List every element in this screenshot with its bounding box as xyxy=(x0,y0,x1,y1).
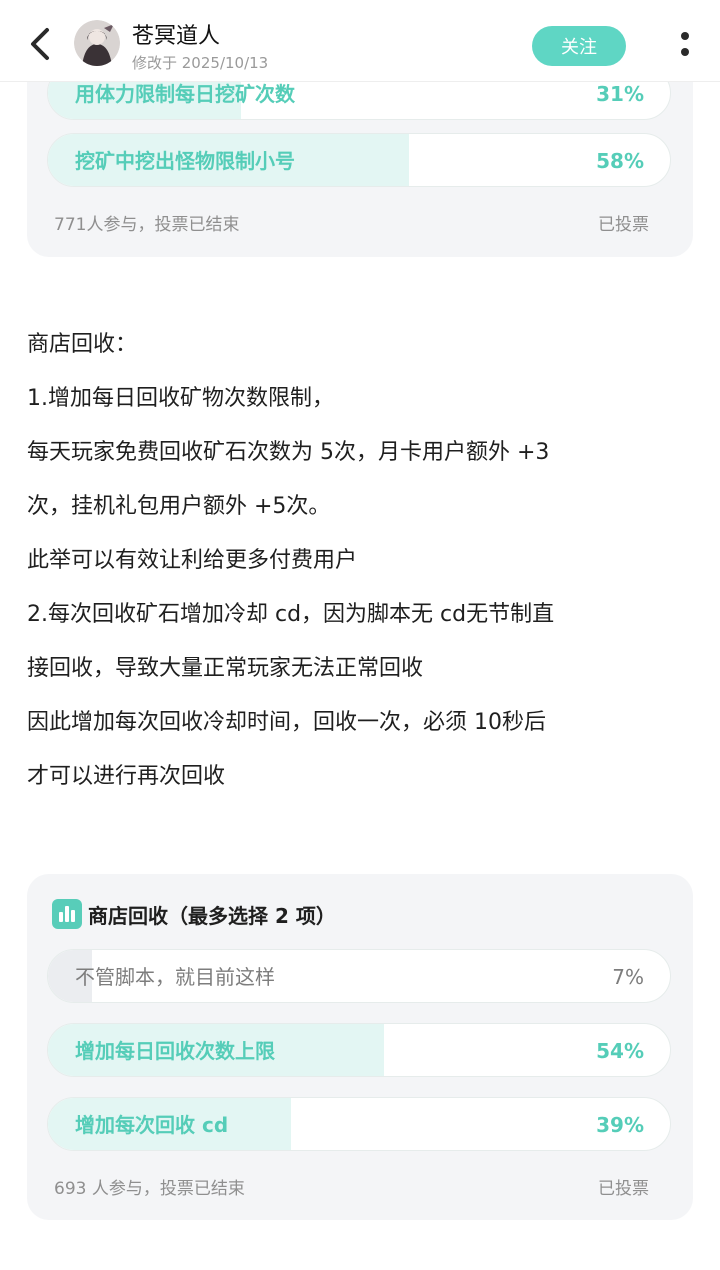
post-line: 次，挂机礼包用户额外 +5次。 xyxy=(27,494,331,519)
author-name[interactable]: 苍冥道人 xyxy=(132,18,220,50)
poll-vote-status: 已投票 xyxy=(598,215,649,235)
modified-date: 修改于 2025/10/13 xyxy=(132,54,269,72)
poll-participants: 771人参与，投票已结束 xyxy=(54,215,240,235)
more-vertical-icon[interactable] xyxy=(676,28,694,62)
post-line: 接回收，导致大量正常玩家无法正常回收 xyxy=(27,656,424,681)
avatar[interactable] xyxy=(74,20,120,66)
follow-button[interactable]: 关注 xyxy=(532,26,626,66)
poll-option-label: 不管脚本，就目前这样 xyxy=(75,965,275,989)
post-line: 每天玩家免费回收矿石次数为 5次，月卡用户额外 +3 xyxy=(27,440,550,465)
post-line: 因此增加每次回收冷却时间，回收一次，必须 10秒后 xyxy=(27,710,546,735)
poll-option-label: 挖矿中挖出怪物限制小号 xyxy=(75,149,295,173)
poll-option-monster-limit[interactable]: 挖矿中挖出怪物限制小号 58% xyxy=(47,133,671,187)
post-content: 商店回收： 1.增加每日回收矿物次数限制， 每天玩家免费回收矿石次数为 5次，月… xyxy=(27,318,693,804)
post-line: 此举可以有效让利给更多付费用户 xyxy=(27,548,358,573)
poll-option-keep-as-is[interactable]: 不管脚本，就目前这样 7% xyxy=(47,949,671,1003)
poll-option-daily-limit[interactable]: 增加每日回收次数上限 54% xyxy=(47,1023,671,1077)
poll-option-label: 增加每次回收 cd xyxy=(75,1113,229,1137)
poll-footer: 693 人参与，投票已结束 已投票 xyxy=(54,1174,649,1199)
poll-participants: 693 人参与，投票已结束 xyxy=(54,1179,245,1199)
post-line: 2.每次回收矿石增加冷却 cd，因为脚本无 cd无节制直 xyxy=(27,602,555,627)
poll-option-percent: 7% xyxy=(612,965,644,989)
post-line: 1.增加每日回收矿物次数限制， xyxy=(27,386,334,411)
poll-option-recycle-cd[interactable]: 增加每次回收 cd 39% xyxy=(47,1097,671,1151)
poll-vote-status: 已投票 xyxy=(598,1179,649,1199)
post-line: 商店回收： xyxy=(27,332,138,357)
poll-title: 商店回收（最多选择 2 项） xyxy=(52,899,336,929)
poll-card-shop-recycle: 商店回收（最多选择 2 项） 不管脚本，就目前这样 7% 增加每日回收次数上限 … xyxy=(27,874,693,1220)
poll-title-text: 商店回收（最多选择 2 项） xyxy=(88,903,336,928)
poll-option-percent: 54% xyxy=(596,1039,644,1063)
poll-option-percent: 58% xyxy=(596,149,644,173)
back-chevron-icon[interactable] xyxy=(26,24,56,64)
post-line: 才可以进行再次回收 xyxy=(27,764,226,789)
poll-option-percent: 39% xyxy=(596,1113,644,1137)
top-bar: 苍冥道人 修改于 2025/10/13 关注 xyxy=(0,0,720,82)
poll-chart-icon xyxy=(52,899,82,929)
poll-option-label: 增加每日回收次数上限 xyxy=(75,1039,275,1063)
post-scroll-area[interactable]: 用体力限制每日挖矿次数 31% 挖矿中挖出怪物限制小号 58% 771人参与，投… xyxy=(0,0,720,1270)
poll-footer: 771人参与，投票已结束 已投票 xyxy=(54,210,649,235)
